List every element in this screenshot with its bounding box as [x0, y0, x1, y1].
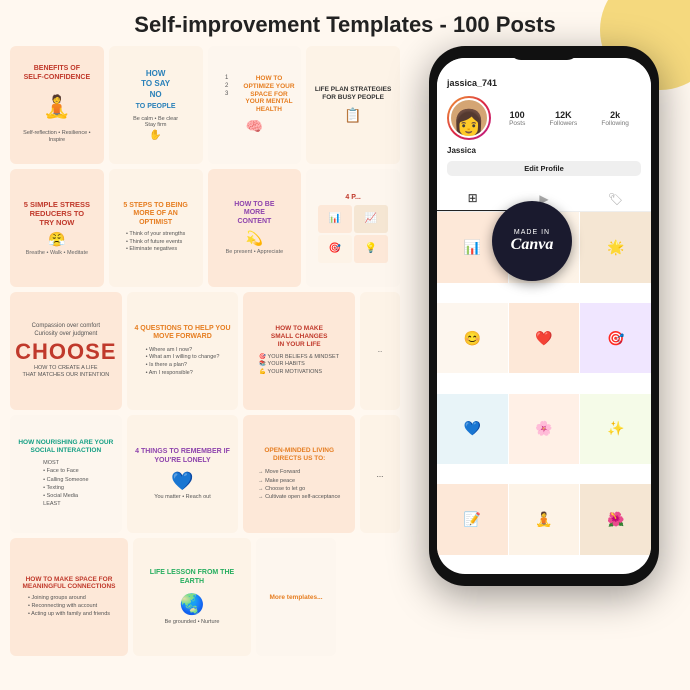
template-card-small-changes: HOW TO MAKESMALL CHANGESIN YOUR LIFE 🎯 Y…	[243, 292, 355, 410]
insta-post-9: ✨	[580, 394, 651, 465]
instagram-counts: 100 Posts 12K Followers 2k Following	[497, 110, 641, 127]
insta-post-12: 🌺	[580, 484, 651, 555]
cards-row-1: Benefits ofSELF-CONFIDENCE 🧘 Self-reflec…	[10, 46, 400, 164]
phone-notch	[509, 46, 579, 60]
template-card-partial: ...	[360, 292, 400, 410]
template-card-move-forward: 4 QUESTIONS TO HELP YOU MOVE FORWARD • W…	[127, 292, 239, 410]
template-card-4posts: 4 P... 📊 📈 🎯 💡	[306, 169, 400, 287]
instagram-username: jassica_741	[447, 78, 641, 88]
avatar-inner: 👩	[449, 98, 489, 138]
instagram-header: jassica_741 👩 100 Posts	[437, 58, 651, 182]
template-card-how-to-say-no: HOWTO SAYNO TO PEOPLE Be calm • Be clear…	[109, 46, 203, 164]
insta-post-8: 🌸	[509, 394, 580, 465]
templates-grid: Benefits ofSELF-CONFIDENCE 🧘 Self-reflec…	[10, 46, 400, 661]
template-card-stress-reducers: 5 Simple StressREDUCERS TOTRY NOW 😤 Brea…	[10, 169, 104, 287]
phone-screen: jassica_741 👩 100 Posts	[437, 58, 651, 574]
cards-row-5: HOW TO MAKE SPACE FOR MEANINGFUL CONNECT…	[10, 538, 400, 656]
insta-post-3: 🌟	[580, 212, 651, 283]
phone-mockup: jassica_741 👩 100 Posts	[429, 46, 659, 586]
main-content: Benefits ofSELF-CONFIDENCE 🧘 Self-reflec…	[0, 46, 690, 669]
followers-number: 12K	[549, 110, 577, 120]
insta-post-10: 📝	[437, 484, 508, 555]
template-card-benefits-confidence: Benefits ofSELF-CONFIDENCE 🧘 Self-reflec…	[10, 46, 104, 164]
template-card-open-minded: OPEN-MINDED LIVING DIRECTS US TO: → Move…	[243, 415, 355, 533]
template-card-life-plan: Life Plan StrategiesFOR BUSY PEOPLE 📋	[306, 46, 400, 164]
followers-label: Followers	[549, 120, 577, 127]
template-card-nourishing: HOW NOURISHING ARE YOUR SOCIAL INTERACTI…	[10, 415, 122, 533]
insta-post-7: 💙	[437, 394, 508, 465]
instagram-tab-grid[interactable]: ⊞	[437, 186, 508, 211]
cards-row-2: 5 Simple StressREDUCERS TOTRY NOW 😤 Brea…	[10, 169, 400, 287]
following-number: 2k	[601, 110, 628, 120]
template-card-life-lesson: LIFE LESSON FROM THE EARTH 🌏 Be grounded…	[133, 538, 251, 656]
template-card-meaningful-connections: HOW TO MAKE SPACE FOR MEANINGFUL CONNECT…	[10, 538, 128, 656]
instagram-avatar: 👩	[447, 96, 491, 140]
posts-label: Posts	[509, 120, 525, 127]
edit-profile-button[interactable]: Edit Profile	[447, 161, 641, 176]
instagram-display-name: Jassica	[447, 146, 641, 155]
following-label: Following	[601, 120, 628, 127]
choose-text: CHOOSE	[15, 341, 116, 363]
template-card-more-content: How to beMORECONTENT 💫 Be present • Appr…	[208, 169, 302, 287]
instagram-stats-row: 👩 100 Posts 12K Followers	[447, 96, 641, 140]
following-count-item: 2k Following	[601, 110, 628, 127]
template-card-be-optimist: 5 Steps to BeingMORE OF ANOPTIMIST • Thi…	[109, 169, 203, 287]
instagram-tab-tagged[interactable]: 🏷	[580, 186, 651, 211]
template-card-partial-3: More templates...	[256, 538, 336, 656]
canva-badge-made-text: MADE IN	[514, 229, 550, 236]
template-card-optimize-space: 1 2 3 How to Optimize Your SPACE FOR YOU…	[208, 46, 302, 164]
template-card-partial-2: ...	[360, 415, 400, 533]
posts-count-item: 100 Posts	[509, 110, 525, 127]
insta-post-4: 😊	[437, 303, 508, 374]
insta-post-6: 🎯	[580, 303, 651, 374]
canva-badge: MADE IN Canva	[492, 201, 572, 281]
followers-count-item: 12K Followers	[549, 110, 577, 127]
phone-section: jassica_741 👩 100 Posts	[408, 46, 680, 661]
template-card-choose: Compassion over comfort Curiosity over j…	[10, 292, 122, 410]
canva-badge-logo-text: Canva	[511, 236, 554, 254]
avatar-face: 👩	[453, 110, 485, 136]
posts-number: 100	[509, 110, 525, 120]
cards-row-4: HOW NOURISHING ARE YOUR SOCIAL INTERACTI…	[10, 415, 400, 533]
cards-row-3: Compassion over comfort Curiosity over j…	[10, 292, 400, 410]
insta-post-5: ❤️	[509, 303, 580, 374]
insta-post-11: 🧘	[509, 484, 580, 555]
page-title: Self-improvement Templates - 100 Posts	[0, 0, 690, 46]
template-card-if-lonely: 4 THINGS TO REMEMBER IF YOU'RE LONELY 💙 …	[127, 415, 239, 533]
